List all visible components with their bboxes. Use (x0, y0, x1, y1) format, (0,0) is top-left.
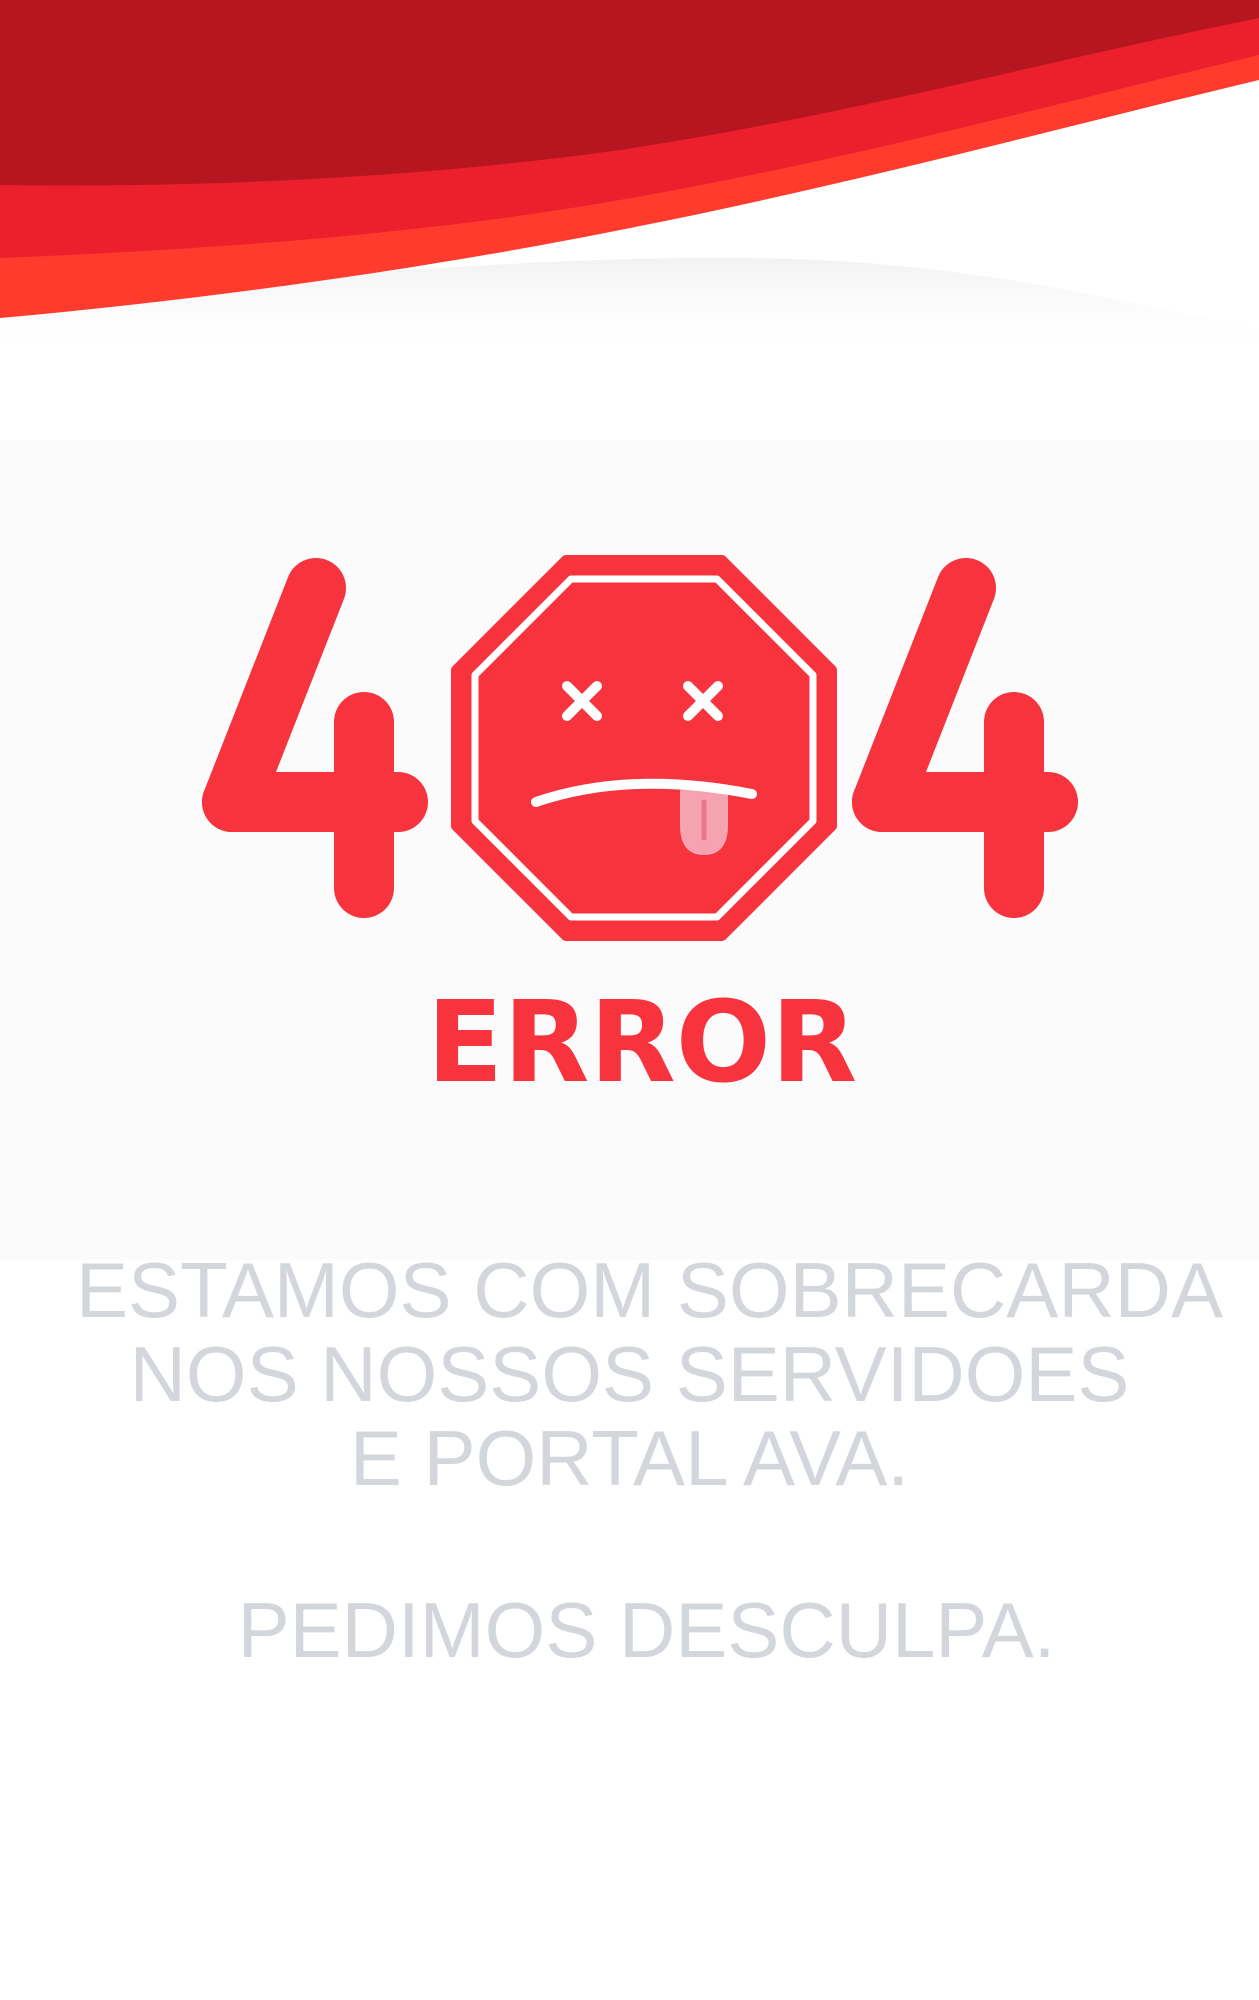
overload-message: ESTAMOS COM SOBRECARDA NOS NOSSOS SERVID… (0, 1248, 1259, 1500)
message-line-3: E PORTAL AVA. (349, 1414, 910, 1502)
message-line-2: NOS NOSSOS SERVIDOES (129, 1330, 1130, 1418)
digit-4-left (202, 558, 428, 918)
digit-4-right (852, 558, 1078, 918)
dead-face-stop-sign-icon (451, 555, 837, 941)
message-line-1: ESTAMOS COM SOBRECARDA (75, 1246, 1224, 1334)
header-wave-banner (0, 0, 1259, 360)
apology-message: PEDIMOS DESCULPA. (237, 1586, 1056, 1674)
tongue (680, 790, 728, 855)
error-404-emblem: ERROR (202, 555, 1078, 1108)
error-label: ERROR (427, 978, 857, 1108)
